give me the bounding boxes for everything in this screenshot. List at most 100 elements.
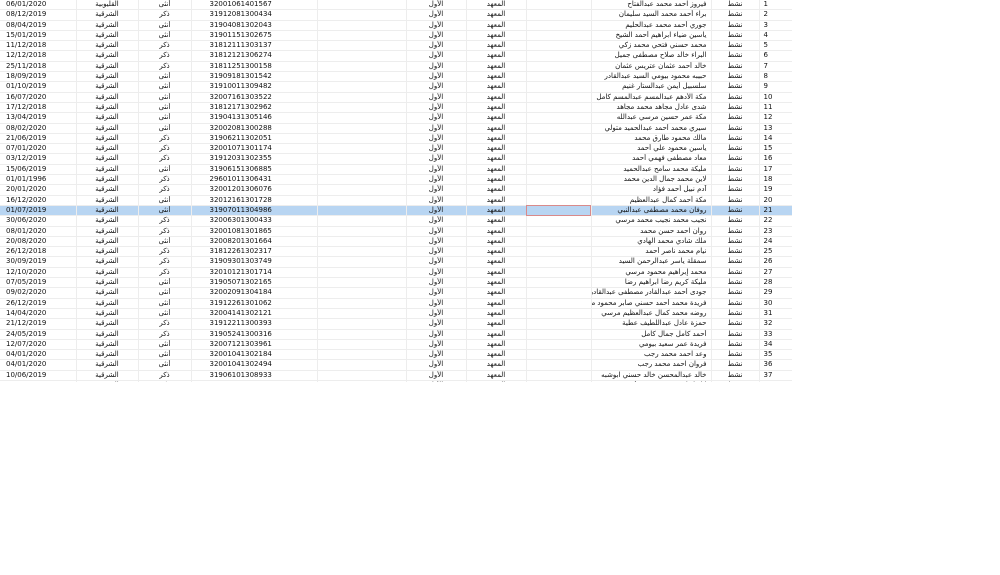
- table-row[interactable]: 06/01/2020 القليوبية أنثى 32001061401567 الأ…: [0, 0, 792, 11]
- cell-governorate[interactable]: الشرقية: [76, 184, 139, 196]
- cell-national-id[interactable]: 31904131305146: [191, 112, 318, 124]
- cell-gender[interactable]: ذكر: [138, 370, 192, 381]
- cell-status[interactable]: نشط: [711, 123, 760, 134]
- cell-national-id[interactable]: 31912031302355: [191, 153, 318, 165]
- cell-row-number[interactable]: 9: [759, 81, 792, 93]
- cell-national-id[interactable]: 32006301300433: [191, 215, 318, 227]
- cell-student-name[interactable]: محمد إبراهيم محمود مرسي: [591, 267, 712, 279]
- cell-governorate[interactable]: الشرقية: [76, 205, 139, 217]
- cell-row-number[interactable]: 23: [759, 226, 792, 237]
- cell-student-name[interactable]: معاد مصطفى فهمي أحمد: [591, 153, 712, 165]
- cell-status[interactable]: نشط: [711, 184, 760, 196]
- cell-empty[interactable]: [526, 9, 592, 21]
- cell-national-id[interactable]: 31912261301062: [191, 298, 318, 309]
- cell-row-number[interactable]: 17: [759, 164, 792, 176]
- cell-governorate[interactable]: الشرقية: [76, 40, 139, 52]
- cell-institute[interactable]: المعهد: [466, 205, 527, 217]
- cell-row-number[interactable]: 29: [759, 287, 792, 299]
- cell-governorate[interactable]: الشرقية: [76, 329, 139, 340]
- cell-gender[interactable]: ذكر: [138, 61, 192, 73]
- cell-grade[interactable]: الأول: [406, 164, 467, 176]
- cell-governorate[interactable]: الشرقية: [76, 195, 139, 206]
- cell-institute[interactable]: المعهد: [466, 143, 527, 155]
- cell-student-name[interactable]: فروان احمد محمد رجب: [591, 359, 712, 371]
- cell-grade[interactable]: الأول: [406, 143, 467, 155]
- cell-row-number[interactable]: 16: [759, 153, 792, 165]
- cell-gender[interactable]: أنثى: [138, 195, 192, 206]
- cell-row-number[interactable]: 34: [759, 339, 792, 351]
- cell-empty[interactable]: [526, 308, 592, 320]
- cell-empty[interactable]: [317, 308, 407, 320]
- table-row[interactable]: 26/12/2019 الشرقية أنثى 31912261301062 الأول…: [0, 298, 792, 309]
- cell-empty[interactable]: [526, 71, 592, 83]
- cell-national-id[interactable]: 32012161301728: [191, 195, 318, 206]
- cell-row-number[interactable]: 28: [759, 277, 792, 289]
- cell-empty[interactable]: [317, 287, 407, 299]
- cell-institute[interactable]: المعهد: [466, 308, 527, 320]
- cell-row-number[interactable]: 4: [759, 30, 792, 42]
- cell-row-number[interactable]: 27: [759, 267, 792, 279]
- cell-birth-date[interactable]: 21/06/2019: [0, 133, 77, 145]
- cell-empty[interactable]: [526, 153, 592, 165]
- cell-birth-date[interactable]: 07/01/2020: [0, 143, 77, 155]
- cell-national-id[interactable]: 32001071301174: [191, 143, 318, 155]
- cell-institute[interactable]: المعهد: [466, 0, 527, 11]
- table-row[interactable]: 14/04/2020 الشرقية أنثى 32004141302121 الأول…: [0, 308, 792, 320]
- cell-grade[interactable]: الأول: [406, 256, 467, 268]
- cell-empty[interactable]: [317, 318, 407, 330]
- cell-empty[interactable]: [526, 380, 592, 382]
- cell-gender[interactable]: أنثى: [138, 164, 192, 176]
- cell-status[interactable]: نشط: [711, 153, 760, 165]
- cell-grade[interactable]: الأول: [406, 81, 467, 93]
- cell-grade[interactable]: الأول: [406, 318, 467, 330]
- cell-row-number[interactable]: 11: [759, 102, 792, 114]
- cell-grade[interactable]: الأول: [406, 133, 467, 145]
- table-row[interactable]: 01/09/2019الشرقيةذكر31909011300932 الأولا…: [0, 380, 792, 382]
- cell-gender[interactable]: ذكر: [138, 226, 192, 237]
- cell-governorate[interactable]: الشرقية: [76, 153, 139, 165]
- cell-institute[interactable]: المعهد: [466, 329, 527, 340]
- cell-student-name[interactable]: البراء خالد صلاح مصطفى جميل: [591, 50, 712, 62]
- cell-empty[interactable]: [526, 0, 592, 11]
- cell-empty[interactable]: [317, 246, 407, 258]
- cell-empty[interactable]: [526, 236, 592, 248]
- cell-status[interactable]: نشط: [711, 236, 760, 248]
- cell-gender[interactable]: ذكر: [138, 133, 192, 145]
- cell-birth-date[interactable]: 11/12/2018: [0, 40, 77, 52]
- cell-institute[interactable]: المعهد: [466, 61, 527, 73]
- cell-national-id[interactable]: 32007161303522: [191, 92, 318, 103]
- cell-birth-date[interactable]: 09/02/2020: [0, 287, 77, 299]
- cell-grade[interactable]: الأول: [406, 0, 467, 11]
- cell-row-number[interactable]: 7: [759, 61, 792, 73]
- cell-governorate[interactable]: الشرقية: [76, 164, 139, 176]
- cell-birth-date[interactable]: 26/12/2019: [0, 298, 77, 309]
- cell-governorate[interactable]: الشرقية: [76, 9, 139, 21]
- cell-status[interactable]: نشط: [711, 215, 760, 227]
- cell-institute[interactable]: المعهد: [466, 339, 527, 351]
- cell-birth-date[interactable]: 13/04/2019: [0, 112, 77, 124]
- cell-governorate[interactable]: الشرقية: [76, 226, 139, 237]
- cell-national-id[interactable]: 32010121301714: [191, 267, 318, 279]
- cell-governorate[interactable]: الشرقية: [76, 92, 139, 103]
- cell-empty[interactable]: [526, 61, 592, 73]
- cell-grade[interactable]: الأول: [406, 9, 467, 21]
- cell-gender[interactable]: ذكر: [138, 215, 192, 227]
- cell-student-name[interactable]: فريدة محمد أحمد حسني صابر محمود محمد: [591, 298, 712, 309]
- cell-row-number[interactable]: 2: [759, 9, 792, 21]
- cell-grade[interactable]: الأول: [406, 277, 467, 289]
- cell-empty[interactable]: [526, 298, 592, 309]
- cell-status[interactable]: نشط: [711, 380, 760, 382]
- table-row[interactable]: 21/06/2019 الشرقية ذكر 31906211302051 الأول ا…: [0, 133, 792, 145]
- cell-empty[interactable]: [317, 184, 407, 196]
- cell-national-id[interactable]: 31812121306274: [191, 50, 318, 62]
- cell-status[interactable]: نشط: [711, 40, 760, 52]
- cell-gender[interactable]: ذكر: [138, 318, 192, 330]
- cell-governorate[interactable]: الشرقية: [76, 267, 139, 279]
- cell-grade[interactable]: الأول: [406, 40, 467, 52]
- cell-student-name[interactable]: نيام محمد ناصر أحمد: [591, 246, 712, 258]
- cell-grade[interactable]: الأول: [406, 50, 467, 62]
- cell-empty[interactable]: [526, 246, 592, 258]
- table-row[interactable]: 17/12/2018 الشرقية أنثى 31812171302962 الأول…: [0, 102, 792, 114]
- cell-empty[interactable]: [317, 215, 407, 227]
- cell-row-number[interactable]: 32: [759, 318, 792, 330]
